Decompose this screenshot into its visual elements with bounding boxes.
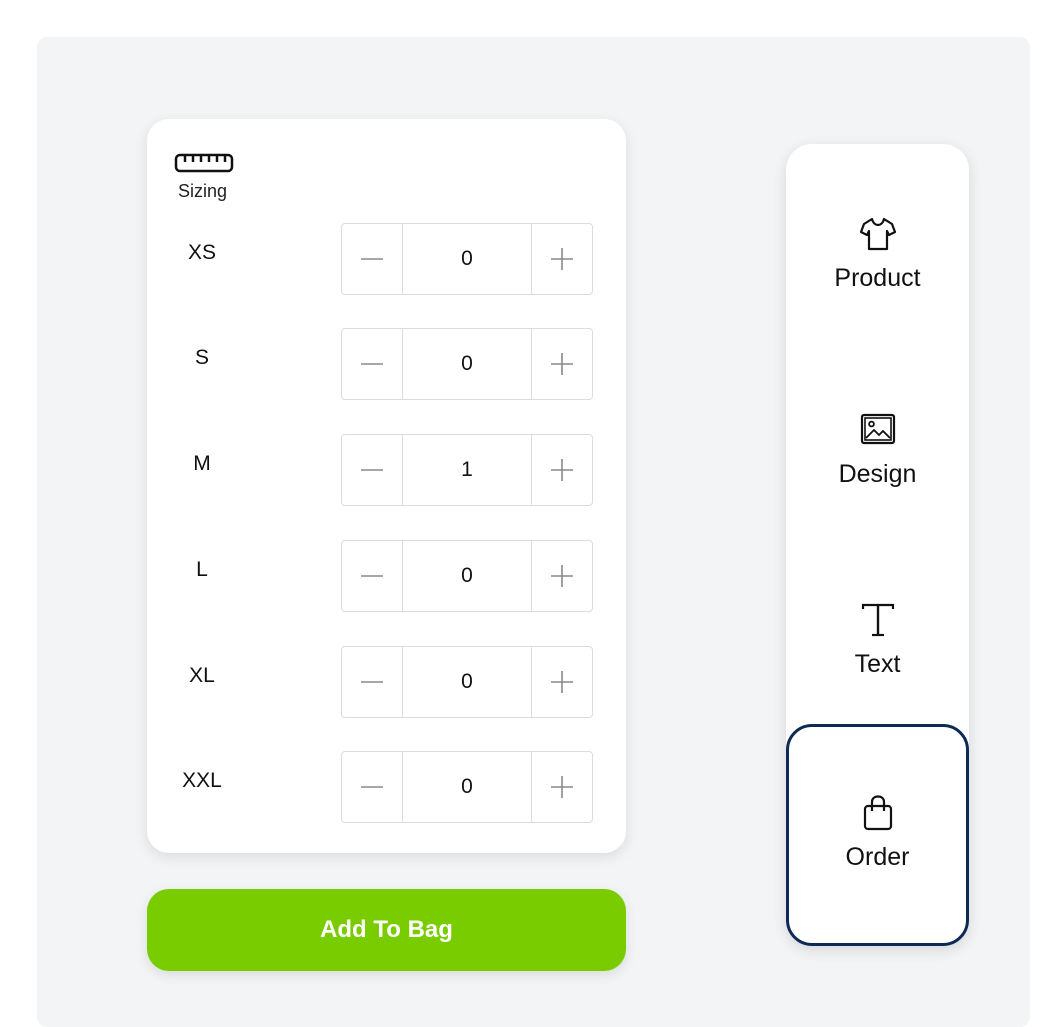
image-icon — [860, 413, 895, 445]
size-row-s: S 0 — [147, 328, 626, 400]
plus-icon — [551, 671, 573, 693]
decrement-button[interactable] — [342, 435, 403, 505]
size-label: XXL — [182, 769, 222, 792]
size-row-m: M 1 — [147, 434, 626, 506]
side-nav-panel: Product Design Text Order — [786, 144, 969, 946]
minus-icon — [361, 786, 383, 788]
size-label: S — [194, 346, 209, 369]
quantity-value[interactable]: 1 — [403, 435, 531, 505]
shopping-bag-icon — [863, 795, 892, 831]
decrement-button[interactable] — [342, 541, 403, 611]
decrement-button[interactable] — [342, 224, 403, 294]
plus-icon — [551, 565, 573, 587]
nav-item-label: Design — [838, 460, 917, 488]
tshirt-icon — [859, 217, 896, 251]
quantity-stepper: 1 — [341, 434, 593, 506]
size-row-xl: XL 0 — [147, 646, 626, 718]
nav-item-design[interactable]: Design — [786, 410, 969, 600]
nav-item-label: Text — [854, 650, 901, 678]
size-row-xxl: XXL 0 — [147, 751, 626, 823]
quantity-stepper: 0 — [341, 646, 593, 718]
sizing-card: Sizing XS 0 S 0 M 1 L 0 XL 0 XXL 0 — [147, 119, 626, 853]
increment-button[interactable] — [531, 541, 592, 611]
increment-button[interactable] — [531, 647, 592, 717]
minus-icon — [361, 575, 383, 577]
size-label: L — [196, 558, 208, 581]
nav-item-label: Order — [845, 843, 910, 871]
plus-icon — [551, 248, 573, 270]
minus-icon — [361, 258, 383, 260]
text-icon — [861, 603, 894, 637]
minus-icon — [361, 363, 383, 365]
size-label: XL — [189, 664, 215, 687]
minus-icon — [361, 681, 383, 683]
nav-item-order[interactable]: Order — [786, 724, 969, 946]
sizing-header: Sizing — [171, 149, 237, 202]
quantity-value[interactable]: 0 — [403, 224, 531, 294]
decrement-button[interactable] — [342, 647, 403, 717]
plus-icon — [551, 459, 573, 481]
add-to-bag-button[interactable]: Add To Bag — [147, 889, 626, 971]
size-label: M — [193, 452, 211, 475]
minus-icon — [361, 469, 383, 471]
plus-icon — [551, 776, 573, 798]
ruler-icon — [174, 153, 234, 173]
increment-button[interactable] — [531, 435, 592, 505]
increment-button[interactable] — [531, 752, 592, 822]
quantity-value[interactable]: 0 — [403, 752, 531, 822]
decrement-button[interactable] — [342, 329, 403, 399]
size-row-l: L 0 — [147, 540, 626, 612]
quantity-stepper: 0 — [341, 540, 593, 612]
quantity-stepper: 0 — [341, 223, 593, 295]
increment-button[interactable] — [531, 329, 592, 399]
quantity-stepper: 0 — [341, 328, 593, 400]
quantity-value[interactable]: 0 — [403, 647, 531, 717]
sizing-label: Sizing — [178, 181, 228, 201]
plus-icon — [551, 353, 573, 375]
quantity-stepper: 0 — [341, 751, 593, 823]
decrement-button[interactable] — [342, 752, 403, 822]
nav-item-label: Product — [834, 264, 921, 292]
quantity-value[interactable]: 0 — [403, 541, 531, 611]
size-row-xs: XS 0 — [147, 223, 626, 295]
quantity-value[interactable]: 0 — [403, 329, 531, 399]
size-label: XS — [187, 241, 216, 264]
app-frame: Sizing XS 0 S 0 M 1 L 0 XL 0 XXL 0 Add T… — [0, 0, 1053, 1027]
increment-button[interactable] — [531, 224, 592, 294]
nav-item-product[interactable]: Product — [786, 214, 969, 404]
